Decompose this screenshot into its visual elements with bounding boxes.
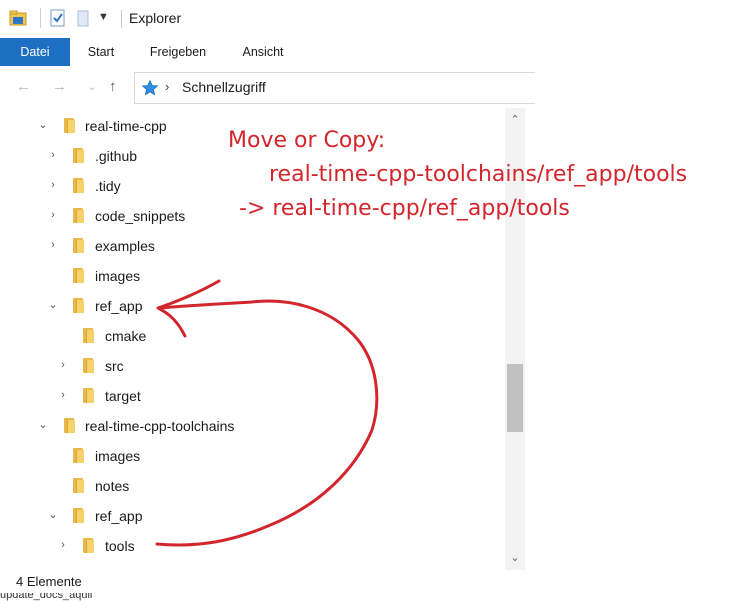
- tree-item-label: images: [95, 268, 141, 284]
- tree-item-ref-app-toolchains[interactable]: ⌄ ref_app: [0, 502, 504, 532]
- chevron-right-icon[interactable]: ›: [57, 389, 69, 401]
- chevron-right-icon[interactable]: ›: [47, 179, 59, 191]
- tree-item-label: images: [95, 448, 141, 464]
- scroll-up-icon[interactable]: ⌃: [505, 110, 525, 130]
- title-divider: [121, 10, 122, 28]
- up-arrow-icon[interactable]: ↑: [109, 78, 117, 95]
- chevron-right-icon[interactable]: ›: [47, 209, 59, 221]
- tree-item-label: real-time-cpp-toolchains: [85, 418, 235, 434]
- tree-item-images[interactable]: images: [0, 262, 504, 292]
- ribbon-tabs: Datei Start Freigeben Ansicht: [0, 38, 530, 66]
- chevron-down-icon[interactable]: ⌄: [37, 419, 49, 431]
- tree-item-label: cmake: [105, 328, 147, 344]
- folder-icon: [73, 448, 84, 463]
- tree-item-label: ref_app: [95, 508, 143, 524]
- customize-quick-access-icon[interactable]: ▼: [98, 11, 109, 23]
- tab-ansicht[interactable]: Ansicht: [232, 38, 294, 66]
- chevron-down-icon[interactable]: ⌄: [37, 119, 49, 131]
- tree-item-label: tools: [105, 538, 135, 554]
- chevron-down-icon[interactable]: ⌄: [47, 509, 59, 521]
- tree-item-label: target: [105, 388, 141, 404]
- tree-item-real-time-cpp-toolchains[interactable]: ⌄ real-time-cpp-toolchains: [0, 412, 504, 442]
- item-count: 4 Elemente: [16, 574, 82, 589]
- folder-icon: [83, 358, 94, 373]
- chevron-right-icon[interactable]: ›: [47, 149, 59, 161]
- navigation-bar: ← → ⌄ ↑ › Schnellzugriff: [0, 72, 535, 104]
- tree-item-cmake[interactable]: cmake: [0, 322, 504, 352]
- quick-access-divider: [40, 8, 41, 28]
- tree-item-label: code_snippets: [95, 208, 186, 224]
- forward-arrow-icon[interactable]: →: [52, 78, 67, 95]
- folder-icon: [64, 418, 75, 433]
- new-folder-icon[interactable]: [76, 9, 90, 32]
- folder-icon: [73, 508, 84, 523]
- tab-freigeben[interactable]: Freigeben: [140, 38, 216, 66]
- tree-item-examples[interactable]: › examples: [0, 232, 504, 262]
- folder-icon: [73, 298, 84, 313]
- folder-icon: [73, 478, 84, 493]
- window-title: Explorer: [129, 10, 182, 26]
- folder-icon: [64, 118, 75, 133]
- tree-item-target[interactable]: › target: [0, 382, 504, 412]
- tab-datei[interactable]: Datei: [0, 38, 70, 66]
- address-bar[interactable]: › Schnellzugriff: [134, 72, 535, 104]
- address-path: Schnellzugriff: [182, 79, 266, 95]
- folder-icon: [73, 178, 84, 193]
- scroll-down-icon[interactable]: ⌄: [505, 548, 525, 568]
- tree-item-label: examples: [95, 238, 155, 254]
- tree-item-label: .tidy: [95, 178, 121, 194]
- annotation-line-3: -> real-time-cpp/ref_app/tools: [239, 196, 570, 221]
- explorer-app-icon[interactable]: [9, 9, 27, 32]
- status-bar: 4 Elemente: [0, 570, 530, 594]
- folder-icon: [73, 208, 84, 223]
- chevron-right-icon[interactable]: ›: [57, 539, 69, 551]
- tree-item-label: src: [105, 358, 124, 374]
- folder-icon: [73, 148, 84, 163]
- folder-icon: [83, 328, 94, 343]
- back-arrow-icon[interactable]: ←: [16, 78, 31, 95]
- scrollbar-thumb[interactable]: [507, 364, 523, 432]
- tree-item-images-toolchains[interactable]: images: [0, 442, 504, 472]
- recent-locations-icon[interactable]: ⌄: [88, 82, 96, 93]
- folder-icon: [83, 388, 94, 403]
- explorer-window: ▼ Explorer Datei Start Freigeben Ansicht…: [0, 0, 535, 601]
- chevron-right-icon[interactable]: ›: [57, 359, 69, 371]
- tree-item-label: ref_app: [95, 298, 143, 314]
- annotation-line-2: real-time-cpp-toolchains/ref_app/tools: [269, 162, 688, 187]
- tree-item-notes[interactable]: notes: [0, 472, 504, 502]
- tree-item-label: real-time-cpp: [85, 118, 167, 134]
- folder-icon: [73, 238, 84, 253]
- tree-item-label: notes: [95, 478, 130, 494]
- properties-icon[interactable]: [50, 9, 66, 32]
- tree-item-ref-app[interactable]: ⌄ ref_app: [0, 292, 504, 322]
- title-bar: ▼ Explorer: [0, 0, 530, 38]
- chevron-right-icon[interactable]: ›: [47, 239, 59, 251]
- tree-item-tools[interactable]: › tools: [0, 532, 504, 562]
- cutoff-text-fragment: update_docs_aquil: [0, 593, 93, 601]
- tree-item-label: .github: [95, 148, 138, 164]
- folder-icon: [83, 538, 94, 553]
- breadcrumb-chevron-icon[interactable]: ›: [165, 79, 169, 94]
- tab-start[interactable]: Start: [78, 38, 124, 66]
- quick-access-star-icon: [141, 79, 159, 102]
- chevron-down-icon[interactable]: ⌄: [47, 299, 59, 311]
- annotation-line-1: Move or Copy:: [228, 128, 386, 153]
- folder-icon: [73, 268, 84, 283]
- tree-item-src[interactable]: › src: [0, 352, 504, 382]
